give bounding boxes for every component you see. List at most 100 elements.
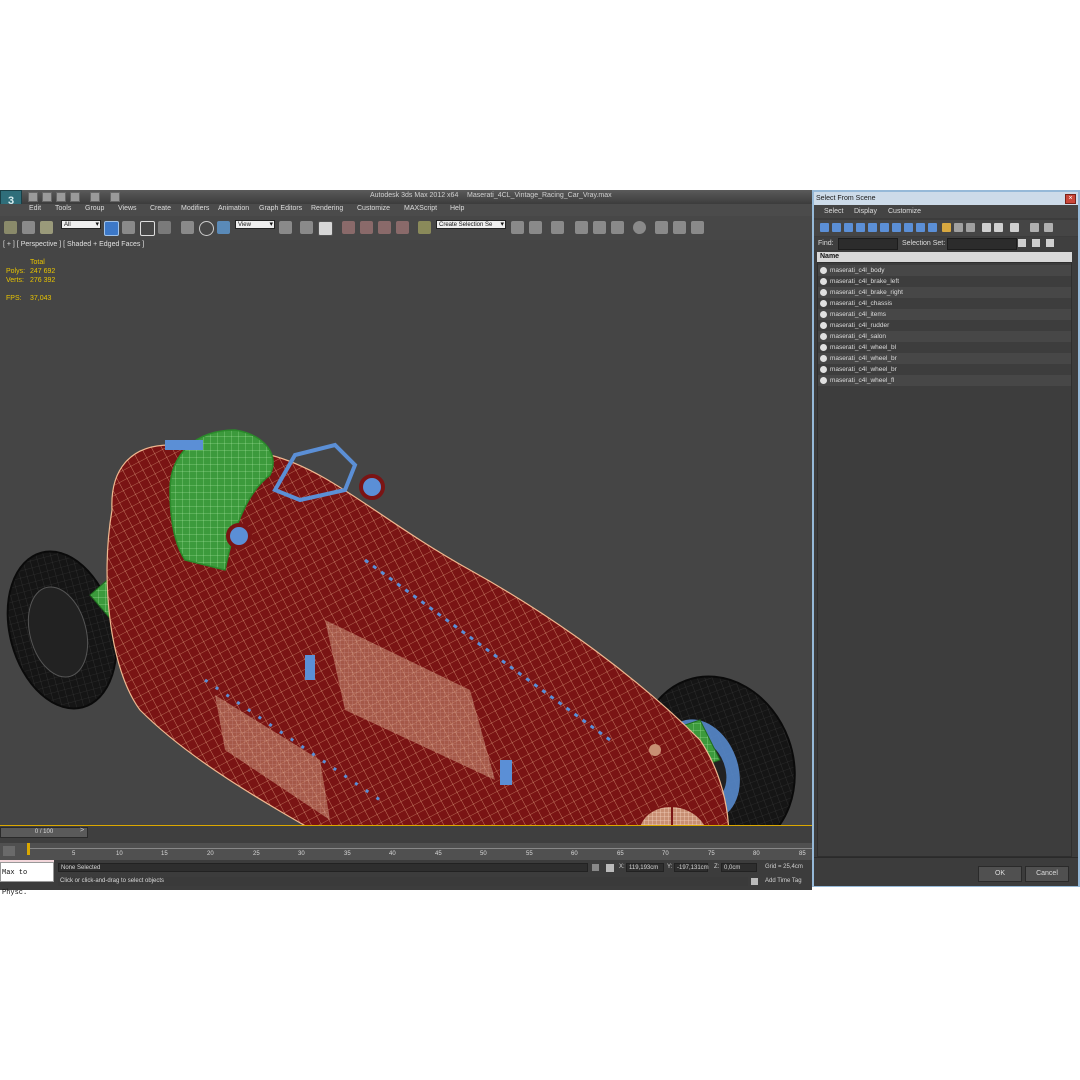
track-bar[interactable]: 5 10 15 20 25 30 35 40 45 50 55 60 65 70…	[0, 843, 812, 860]
open-file-icon[interactable]	[42, 192, 52, 202]
selection-filter-dropdown[interactable]: All	[61, 220, 101, 229]
render-setup-icon[interactable]	[655, 221, 668, 234]
dialog-menu-display[interactable]: Display	[854, 208, 877, 215]
menu-group[interactable]: Group	[85, 205, 104, 212]
unlink-icon[interactable]	[22, 221, 35, 234]
menu-help[interactable]: Help	[450, 205, 464, 212]
sort-icon[interactable]	[1010, 223, 1019, 232]
list-item[interactable]: maserati_c4l_rudder	[818, 320, 1071, 331]
select-by-name-icon[interactable]	[122, 221, 135, 234]
hierarchy-view-icon[interactable]	[994, 223, 1003, 232]
list-item[interactable]: maserati_c4l_salon	[818, 331, 1071, 342]
save-file-icon[interactable]	[56, 192, 66, 202]
material-editor-icon[interactable]	[633, 221, 646, 234]
next-frame-arrow-icon[interactable]: >	[80, 827, 86, 836]
z-coord-field[interactable]: 0,0cm	[721, 863, 757, 872]
mirror-icon[interactable]	[511, 221, 524, 234]
rendered-frame-icon[interactable]	[673, 221, 686, 234]
find-input[interactable]	[838, 238, 898, 250]
filter-containers-icon[interactable]	[928, 223, 937, 232]
object-list[interactable]: maserati_c4l_body maserati_c4l_brake_lef…	[817, 262, 1072, 857]
select-none-icon[interactable]	[1032, 239, 1040, 247]
list-item[interactable]: maserati_c4l_wheel_fl	[818, 375, 1071, 386]
lock-selection-icon[interactable]	[592, 864, 599, 871]
list-item[interactable]: maserati_c4l_wheel_br	[818, 364, 1071, 375]
named-selection-dropdown[interactable]: Create Selection Se	[436, 220, 506, 229]
redo-icon[interactable]	[90, 192, 100, 202]
angle-snap-icon[interactable]	[360, 221, 373, 234]
dialog-menu-customize[interactable]: Customize	[888, 208, 921, 215]
menu-views[interactable]: Views	[118, 205, 137, 212]
dialog-menu-select[interactable]: Select	[824, 208, 843, 215]
list-item[interactable]: maserati_c4l_chassis	[818, 298, 1071, 309]
list-view-icon[interactable]	[982, 223, 991, 232]
menu-animation[interactable]: Animation	[218, 205, 249, 212]
menu-customize[interactable]: Customize	[357, 205, 390, 212]
absolute-mode-icon[interactable]	[606, 864, 614, 872]
filter-geometry-icon[interactable]	[820, 223, 829, 232]
rotate-icon[interactable]	[199, 221, 214, 236]
menu-create[interactable]: Create	[150, 205, 171, 212]
perspective-viewport[interactable]: [ + ] [ Perspective ] [ Shaded + Edged F…	[0, 240, 812, 825]
filter-xrefs-icon[interactable]	[904, 223, 913, 232]
list-item[interactable]: maserati_c4l_brake_right	[818, 287, 1071, 298]
ref-coord-dropdown[interactable]: View	[235, 220, 275, 229]
layer-manager-icon[interactable]	[551, 221, 564, 234]
select-manipulate-icon[interactable]	[300, 221, 313, 234]
undo-icon[interactable]	[70, 192, 80, 202]
x-coord-field[interactable]: 119,193cm	[626, 863, 664, 872]
spinner-snap-icon[interactable]	[396, 221, 409, 234]
cancel-button[interactable]: Cancel	[1025, 866, 1069, 882]
edit-named-sel-icon[interactable]	[418, 221, 431, 234]
menu-rendering[interactable]: Rendering	[311, 205, 343, 212]
render-production-icon[interactable]	[691, 221, 704, 234]
list-header-name[interactable]: Name	[817, 252, 1072, 262]
close-icon[interactable]: ×	[1065, 194, 1076, 204]
display-invert-icon[interactable]	[966, 223, 975, 232]
percent-snap-icon[interactable]	[378, 221, 391, 234]
list-item[interactable]: maserati_c4l_body	[818, 265, 1071, 276]
filter-lights-icon[interactable]	[844, 223, 853, 232]
menu-tools[interactable]: Tools	[55, 205, 71, 212]
time-slider[interactable]: 0 / 100	[0, 827, 88, 838]
filter-spacewarps-icon[interactable]	[880, 223, 889, 232]
menu-graph-editors[interactable]: Graph Editors	[259, 205, 302, 212]
list-item[interactable]: maserati_c4l_brake_left	[818, 276, 1071, 287]
menu-modifiers[interactable]: Modifiers	[181, 205, 209, 212]
menu-maxscript[interactable]: MAXScript	[404, 205, 437, 212]
keyboard-shortcut-icon[interactable]	[318, 221, 333, 236]
mini-curve-editor-icon[interactable]	[3, 846, 15, 856]
select-invert-icon[interactable]	[1046, 239, 1054, 247]
filter-cameras-icon[interactable]	[856, 223, 865, 232]
filter-bones-icon[interactable]	[916, 223, 925, 232]
list-item[interactable]: maserati_c4l_wheel_br	[818, 353, 1071, 364]
list-item[interactable]: maserati_c4l_items	[818, 309, 1071, 320]
select-link-icon[interactable]	[4, 221, 17, 234]
snaps-toggle-icon[interactable]	[342, 221, 355, 234]
options-icon[interactable]	[1044, 223, 1053, 232]
y-coord-field[interactable]: -197,131cm	[674, 863, 709, 872]
maxscript-mini-listener[interactable]: Max to Physc.	[0, 862, 54, 897]
new-file-icon[interactable]	[28, 192, 38, 202]
scale-icon[interactable]	[217, 221, 230, 234]
window-crossing-icon[interactable]	[158, 221, 171, 234]
bind-space-warp-icon[interactable]	[40, 221, 53, 234]
filter-shapes-icon[interactable]	[832, 223, 841, 232]
move-icon[interactable]	[181, 221, 194, 234]
add-time-tag[interactable]: Add Time Tag	[765, 878, 802, 884]
filter-groups-icon[interactable]	[892, 223, 901, 232]
display-none-icon[interactable]	[954, 223, 963, 232]
list-item[interactable]: maserati_c4l_wheel_bl	[818, 342, 1071, 353]
schematic-view-icon[interactable]	[611, 221, 624, 234]
menu-edit[interactable]: Edit	[29, 205, 41, 212]
project-folder-icon[interactable]	[110, 192, 120, 202]
filter-funnel-icon[interactable]	[1030, 223, 1039, 232]
graphite-toggle-icon[interactable]	[575, 221, 588, 234]
viewport-label[interactable]: [ + ] [ Perspective ] [ Shaded + Edged F…	[3, 241, 144, 248]
selection-set-dropdown[interactable]	[947, 238, 1017, 250]
display-all-icon[interactable]	[942, 223, 951, 232]
align-icon[interactable]	[529, 221, 542, 234]
pivot-center-icon[interactable]	[279, 221, 292, 234]
select-object-icon[interactable]	[104, 221, 119, 236]
curve-editor-icon[interactable]	[593, 221, 606, 234]
